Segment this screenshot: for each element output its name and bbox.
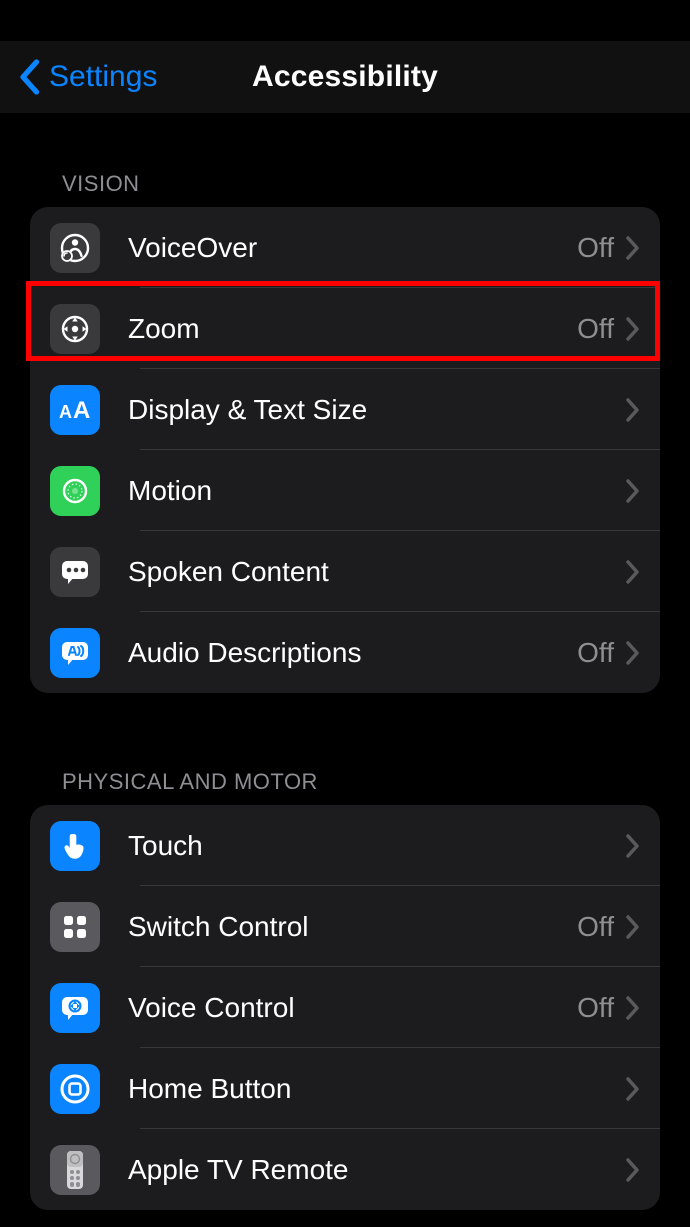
section-header-vision: Vision [62, 171, 690, 197]
row-home-button[interactable]: Home Button [30, 1048, 660, 1129]
page-title: Accessibility [252, 60, 438, 94]
row-value: Off [577, 637, 614, 669]
chevron-right-icon [626, 317, 640, 341]
back-label: Settings [49, 60, 157, 94]
chevron-right-icon [626, 560, 640, 584]
row-voiceover[interactable]: VoiceOver Off [30, 207, 660, 288]
switch-control-icon [50, 902, 100, 952]
row-label: Apple TV Remote [128, 1154, 614, 1186]
voiceover-icon [50, 223, 100, 273]
svg-text:A: A [73, 397, 90, 424]
row-label: Home Button [128, 1073, 614, 1105]
motion-icon [50, 466, 100, 516]
row-label: Switch Control [128, 911, 577, 943]
content-area: Vision VoiceOver Off [0, 171, 690, 1210]
home-button-icon [50, 1064, 100, 1114]
chevron-right-icon [626, 479, 640, 503]
group-motor: Touch Switch Control Off [30, 805, 660, 1210]
zoom-icon [50, 304, 100, 354]
touch-icon [50, 821, 100, 871]
svg-text:A: A [59, 402, 72, 422]
row-label: Audio Descriptions [128, 637, 577, 669]
chevron-left-icon [18, 59, 40, 95]
row-spoken-content[interactable]: Spoken Content [30, 531, 660, 612]
chevron-right-icon [626, 915, 640, 939]
apple-tv-remote-icon [50, 1145, 100, 1195]
row-label: Spoken Content [128, 556, 614, 588]
row-label: Display & Text Size [128, 394, 614, 426]
row-label: VoiceOver [128, 232, 577, 264]
row-display-text-size[interactable]: A A Display & Text Size [30, 369, 660, 450]
row-apple-tv-remote[interactable]: Apple TV Remote [30, 1129, 660, 1210]
row-zoom[interactable]: Zoom Off [30, 288, 660, 369]
audio-descriptions-icon [50, 628, 100, 678]
chevron-right-icon [626, 398, 640, 422]
chevron-right-icon [626, 236, 640, 260]
row-voice-control[interactable]: Voice Control Off [30, 967, 660, 1048]
voice-control-icon [50, 983, 100, 1033]
row-label: Voice Control [128, 992, 577, 1024]
row-audio-descriptions[interactable]: Audio Descriptions Off [30, 612, 660, 693]
chevron-right-icon [626, 1158, 640, 1182]
chevron-right-icon [626, 996, 640, 1020]
spoken-content-icon [50, 547, 100, 597]
row-label: Motion [128, 475, 614, 507]
row-touch[interactable]: Touch [30, 805, 660, 886]
back-button[interactable]: Settings [18, 41, 157, 113]
row-motion[interactable]: Motion [30, 450, 660, 531]
chevron-right-icon [626, 834, 640, 858]
row-value: Off [577, 232, 614, 264]
row-label: Touch [128, 830, 614, 862]
row-value: Off [577, 911, 614, 943]
row-value: Off [577, 992, 614, 1024]
nav-bar: Settings Accessibility [0, 41, 690, 113]
section-header-motor: Physical and Motor [62, 769, 690, 795]
chevron-right-icon [626, 1077, 640, 1101]
chevron-right-icon [626, 641, 640, 665]
row-switch-control[interactable]: Switch Control Off [30, 886, 660, 967]
group-vision: VoiceOver Off Zoom Off [30, 207, 660, 693]
row-value: Off [577, 313, 614, 345]
text-size-icon: A A [50, 385, 100, 435]
row-label: Zoom [128, 313, 577, 345]
